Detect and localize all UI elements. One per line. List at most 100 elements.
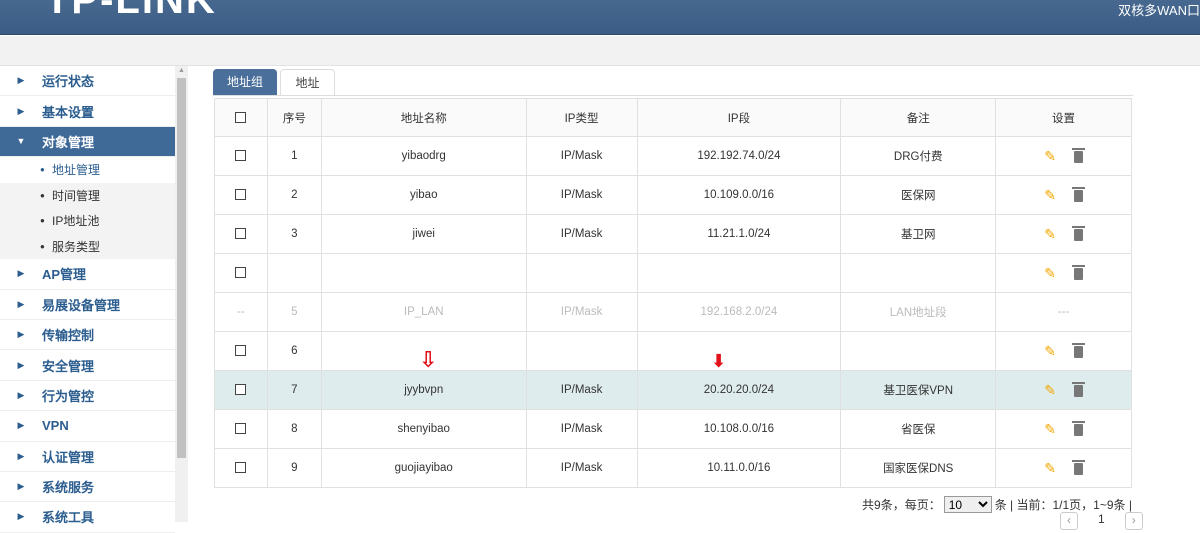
sidebar-item-label: 行为管控 (42, 388, 95, 404)
table-row[interactable]: ✎ (214, 253, 1132, 293)
row-name: yibao (320, 175, 527, 215)
scrollbar-thumb[interactable] (177, 78, 186, 458)
toolbar-band (0, 36, 1200, 66)
row-checkbox[interactable] (235, 267, 247, 279)
sidebar-item[interactable]: ▶ 运行状态 (0, 66, 175, 97)
row-check[interactable] (214, 409, 268, 449)
per-page-select[interactable]: 10 (943, 496, 992, 513)
row-ip (636, 253, 842, 293)
trash-icon[interactable] (1071, 226, 1085, 242)
row-no: 2 (266, 175, 322, 215)
trash-icon[interactable] (1071, 148, 1085, 164)
table-row[interactable]: -- 5 IP_LAN IP/Mask 192.168.2.0/24 LAN地址段 --- (214, 292, 1132, 332)
trash-icon[interactable] (1071, 460, 1085, 476)
caret-right-icon: ▶ (17, 420, 25, 431)
sidebar-item[interactable]: ▶ VPN (0, 411, 175, 442)
row-name: shenyibao (320, 409, 527, 449)
edit-pencil-icon[interactable]: ✎ (1044, 460, 1056, 477)
caret-right-icon: ▶ (17, 298, 25, 309)
sidebar-subitem[interactable]: ● 地址管理 (0, 157, 175, 183)
sidebar-item[interactable]: ▶ 系统工具 (0, 502, 175, 533)
row-settings: ✎ (995, 331, 1132, 371)
next-page-button[interactable]: › (1124, 512, 1143, 530)
table-row[interactable]: 9 guojiayibao IP/Mask 10.11.0.0/16 国家医保DNS ✎ (214, 448, 1132, 488)
sidebar: ▶ 运行状态 ▶ 基本设置 ▼ 对象管理 ● 地址管理 ● 时间管理 ● IP地址池 ● 服务类型 ▶ AP管… (0, 66, 175, 533)
caret-right-icon: ▶ (17, 511, 25, 522)
sidebar-item[interactable]: ▶ 易展设备管理 (0, 290, 175, 320)
sidebar-item-label: 基本设置 (42, 104, 95, 120)
row-ip: 20.20.20.0/24 (636, 370, 842, 410)
row-checkbox[interactable] (235, 345, 247, 357)
row-checkbox[interactable] (235, 384, 247, 396)
scroll-up-icon[interactable]: ▲ (178, 67, 185, 74)
row-ip (636, 331, 842, 371)
row-note (840, 253, 997, 293)
bullet-icon: ● (40, 216, 45, 226)
sidebar-subitem-label: 地址管理 (52, 163, 101, 178)
select-all-checkbox[interactable] (235, 111, 247, 123)
row-check[interactable] (214, 370, 268, 410)
current-page[interactable]: 1 (1098, 512, 1105, 530)
row-settings: ✎ (995, 175, 1132, 215)
row-check[interactable] (214, 136, 268, 176)
sidebar-item[interactable]: ▶ 基本设置 (0, 96, 175, 127)
row-checkbox[interactable] (235, 423, 247, 435)
sidebar-subitem-label: IP地址池 (52, 214, 100, 229)
sidebar-item[interactable]: ▶ 系统服务 (0, 472, 175, 503)
row-ip: 10.108.0.0/16 (636, 409, 842, 449)
edit-pencil-icon[interactable]: ✎ (1044, 148, 1056, 165)
trash-icon[interactable] (1071, 265, 1085, 281)
table-row[interactable]: 2 yibao IP/Mask 10.109.0.0/16 医保网 ✎ (214, 175, 1132, 215)
sidebar-item[interactable]: ▶ 认证管理 (0, 442, 175, 472)
edit-pencil-icon[interactable]: ✎ (1044, 187, 1056, 204)
pager-status: 条 | 当前：1/1页，1~9条 | (994, 498, 1132, 512)
table-row[interactable]: 6 ✎ (214, 331, 1132, 371)
row-check[interactable] (214, 253, 268, 293)
sidebar-item-label: 易展设备管理 (42, 297, 121, 313)
trash-icon[interactable] (1071, 187, 1085, 203)
row-no: 5 (266, 292, 322, 332)
row-checkbox[interactable] (235, 150, 247, 162)
sidebar-item[interactable]: ▶ 行为管控 (0, 381, 175, 412)
tab-address[interactable]: 地址 (280, 69, 335, 95)
top-header: TP-LINK 双核多WAN口 (0, 0, 1200, 35)
table-row[interactable]: 7 jyybvpn IP/Mask 20.20.20.0/24 基卫医保VPN ✎ (214, 370, 1132, 410)
select-all-cell[interactable] (214, 98, 268, 137)
table-row[interactable]: 1 yibaodrg IP/Mask 192.192.74.0/24 DRG付费 ✎ (214, 136, 1132, 176)
row-checkbox[interactable] (235, 189, 247, 201)
sidebar-subitem[interactable]: ● 服务类型 (0, 233, 175, 260)
row-note (840, 331, 997, 371)
row-check[interactable] (214, 448, 268, 488)
edit-pencil-icon[interactable]: ✎ (1044, 382, 1056, 399)
tab-address-group[interactable]: 地址组 (213, 69, 277, 95)
trash-icon[interactable] (1071, 382, 1085, 398)
edit-pencil-icon[interactable]: ✎ (1044, 226, 1056, 243)
row-type (525, 253, 638, 293)
sidebar-item[interactable]: ▼ 对象管理 (0, 126, 175, 158)
prev-page-button[interactable]: ‹ (1060, 512, 1078, 530)
sidebar-item[interactable]: ▶ 安全管理 (0, 350, 175, 381)
page-buttons: ‹ 1 › (1060, 512, 1143, 530)
trash-icon[interactable] (1071, 421, 1085, 437)
trash-icon[interactable] (1071, 343, 1085, 359)
row-type: IP/Mask (525, 214, 638, 254)
sidebar-item-label: 对象管理 (42, 134, 95, 150)
table-row[interactable]: 3 jiwei IP/Mask 11.21.1.0/24 基卫网 ✎ (214, 214, 1132, 254)
row-checkbox[interactable] (235, 462, 247, 474)
row-checkbox[interactable] (235, 228, 247, 240)
sidebar-subitem[interactable]: ● 时间管理 (0, 182, 175, 209)
sidebar-subitem[interactable]: ● IP地址池 (0, 208, 175, 234)
row-settings: --- (995, 292, 1132, 332)
table-row[interactable]: 8 shenyibao IP/Mask 10.108.0.0/16 省医保 ✎ (214, 409, 1132, 449)
row-check[interactable] (214, 214, 268, 254)
sidebar-item[interactable]: ▶ 传输控制 (0, 320, 175, 351)
edit-pencil-icon[interactable]: ✎ (1044, 265, 1056, 282)
edit-pencil-icon[interactable]: ✎ (1044, 343, 1056, 360)
row-check[interactable] (214, 331, 268, 371)
row-settings: ✎ (995, 409, 1132, 449)
edit-pencil-icon[interactable]: ✎ (1044, 421, 1056, 438)
row-check[interactable] (214, 175, 268, 215)
row-name: IP_LAN (320, 292, 527, 332)
sidebar-item[interactable]: ▶ AP管理 (0, 259, 175, 290)
sidebar-item-label: 系统工具 (42, 510, 95, 526)
